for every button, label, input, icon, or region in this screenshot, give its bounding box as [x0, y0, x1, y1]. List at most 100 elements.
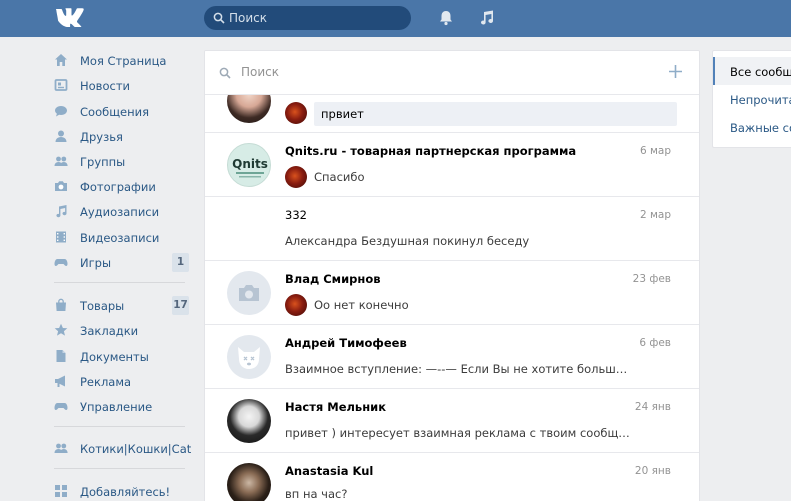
dialog-date: 6 мар	[639, 145, 671, 157]
sidebar-item-photos[interactable]: Фотографии	[50, 175, 195, 199]
dialog-avatar: Qnits	[227, 143, 271, 187]
qnits-logo-icon: Qnits	[232, 157, 268, 178]
dialog-name: Qnits.ru - товарная партнерская программ…	[285, 144, 577, 158]
gamepad-manage-icon	[54, 403, 68, 411]
sidebar-item-label: Документы	[80, 350, 149, 364]
unread-message-bubble: првиет	[314, 102, 677, 126]
megaphone-icon	[55, 375, 65, 387]
news-icon	[54, 79, 68, 91]
sidebar-item-goods[interactable]: Товары 17	[50, 294, 195, 318]
header-search-input[interactable]: Поиск	[204, 6, 411, 30]
sidebar-item-messages[interactable]: Сообщения	[50, 100, 195, 124]
sidebar-item-label: Котики|Кошки|Cat	[80, 442, 192, 456]
gamepad-icon	[54, 259, 68, 267]
sidebar-item-manage[interactable]: Управление	[50, 395, 195, 419]
dialog-avatar	[227, 335, 271, 379]
dialogs-search-input[interactable]: Поиск	[241, 65, 279, 79]
dialog-date: 24 янв	[634, 401, 671, 413]
document-icon	[56, 350, 66, 362]
sidebar-item-label: Закладки	[80, 324, 139, 338]
music-icon[interactable]	[478, 9, 496, 27]
dialog-name: Anastasia Kul	[285, 464, 374, 478]
sidebar-item-games[interactable]: Игры 1	[50, 251, 195, 275]
group-icon	[54, 443, 68, 453]
sidebar-item-label: Аудиозаписи	[80, 205, 160, 219]
sidebar-item-label: Реклама	[80, 375, 132, 389]
dialog-date: 6 фев	[639, 337, 671, 349]
dialog-last-message: првиет	[321, 107, 364, 121]
home-icon	[55, 54, 67, 66]
dialog-name: 332	[285, 208, 307, 222]
camera-placeholder-icon	[239, 285, 259, 301]
deactivated-dog-icon	[238, 347, 260, 369]
search-icon	[219, 67, 231, 79]
sidebar-item-documents[interactable]: Документы	[50, 345, 195, 369]
sidebar-item-ads[interactable]: Реклама	[50, 370, 195, 394]
film-icon	[56, 231, 66, 243]
dialog-filters: Все сообщения Непрочитанные Важные сообщ…	[712, 50, 791, 148]
sender-avatar	[285, 102, 307, 124]
sidebar-divider	[54, 282, 185, 283]
sidebar-item-label: Товары	[80, 299, 125, 313]
dialog-row[interactable]: Qnits Qnits.ru - товарная партнерская пр…	[205, 133, 699, 197]
dialog-last-message: Взаимное вступление: —--— Если Вы не хот…	[285, 362, 630, 376]
dialog-last-message: Александра Бездушная покинул беседу	[285, 234, 530, 248]
sidebar-item-label: Фотографии	[80, 180, 156, 194]
sidebar-item-label: Группы	[80, 155, 126, 169]
grid-icon	[55, 485, 67, 497]
dialog-avatar	[227, 463, 271, 501]
games-count-badge: 1	[172, 253, 189, 272]
dialog-date: 2 мар	[639, 209, 671, 221]
dialog-row[interactable]: Anastasia Kul 20 янв вп на час?	[205, 453, 699, 501]
sidebar-item-label: Сообщения	[80, 105, 150, 119]
sidebar-item-label: Игры	[80, 256, 112, 270]
sidebar-item-label: Добавляйтесь!	[80, 485, 171, 499]
sidebar-item-label: Управление	[80, 400, 153, 414]
messages-icon	[55, 106, 67, 117]
dialog-last-message: привет ) интересует взаимная реклама с т…	[285, 426, 630, 440]
dialog-last-message: Спасибо	[314, 170, 365, 184]
dialog-avatar	[227, 399, 271, 443]
filter-label: Важные сообщения	[730, 121, 791, 135]
sidebar-item-friends[interactable]: Друзья	[50, 125, 195, 149]
sidebar-divider	[54, 426, 185, 427]
friend-icon	[55, 130, 67, 142]
sidebar-item-bookmarks[interactable]: Закладки	[50, 319, 195, 343]
groups-icon	[54, 156, 68, 166]
dialog-last-message: вп на час?	[285, 487, 348, 501]
vk-logo[interactable]	[55, 7, 87, 29]
dialog-name: Андрей Тимофеев	[285, 336, 407, 350]
avatar-text: Qnits	[232, 157, 268, 171]
sender-avatar	[285, 166, 307, 188]
sidebar-item-community[interactable]: Котики|Кошки|Cat	[50, 437, 195, 461]
bag-icon	[56, 298, 66, 311]
filter-label: Непрочитанные	[730, 93, 791, 107]
sidebar-item-label: Новости	[80, 79, 130, 93]
sidebar-item-video[interactable]: Видеозаписи	[50, 226, 195, 250]
bell-icon[interactable]	[437, 9, 455, 27]
sidebar-item-add-app[interactable]: Добавляйтесь!	[50, 480, 195, 501]
sidebar-item-label: Видеозаписи	[80, 231, 160, 245]
sender-avatar	[285, 294, 307, 316]
search-icon	[213, 12, 225, 24]
header-search-placeholder: Поиск	[229, 11, 268, 25]
dialog-row[interactable]: Настя Мельник 24 янв привет ) интересует…	[205, 389, 699, 453]
dialog-row[interactable]: Влад Смирнов 23 фев Оо нет конечно	[205, 261, 699, 325]
sidebar-item-label: Друзья	[80, 130, 123, 144]
vk-logo-icon	[55, 8, 84, 28]
filter-unread[interactable]: Непрочитанные	[713, 85, 791, 113]
dialogs-search-bar: Поиск	[205, 51, 699, 95]
new-chat-plus-icon[interactable]	[668, 64, 683, 79]
filter-important[interactable]: Важные сообщения	[713, 113, 791, 141]
sidebar-divider	[54, 468, 185, 469]
dialog-last-message: Оо нет конечно	[314, 298, 409, 312]
dialog-avatar	[227, 271, 271, 315]
dialog-row[interactable]: Андрей Тимофеев 6 фев Взаимное вступлени…	[205, 325, 699, 389]
sidebar-item-my-page[interactable]: Моя Страница	[50, 49, 195, 73]
dialog-row[interactable]: 332 2 мар Александра Бездушная покинул б…	[205, 197, 699, 261]
sidebar-item-audio[interactable]: Аудиозаписи	[50, 200, 195, 224]
dialog-name: Влад Смирнов	[285, 272, 381, 286]
sidebar-item-groups[interactable]: Группы	[50, 150, 195, 174]
sidebar-item-news[interactable]: Новости	[50, 74, 195, 98]
filter-all-messages[interactable]: Все сообщения	[713, 57, 791, 85]
